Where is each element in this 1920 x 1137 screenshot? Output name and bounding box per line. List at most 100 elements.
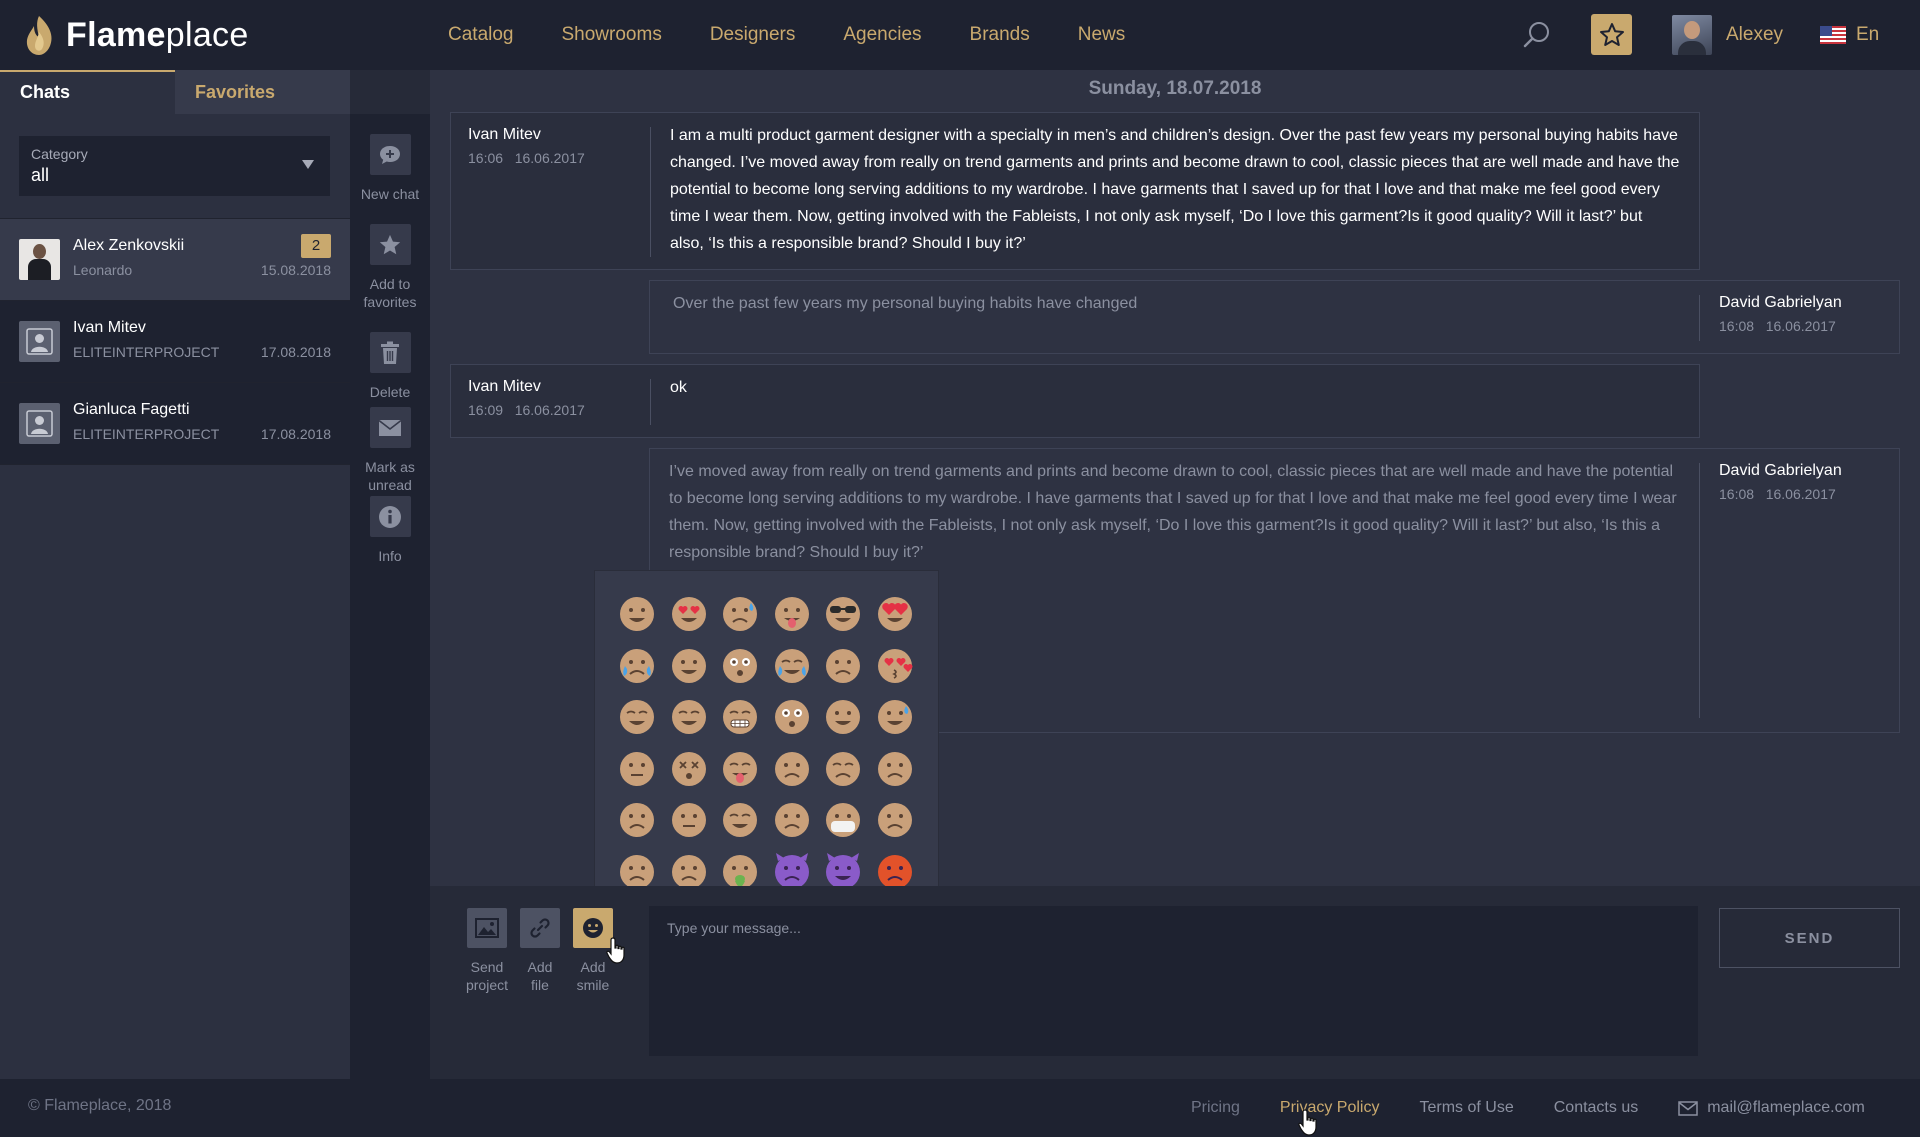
emoji-kissing-heart-icon[interactable] (875, 645, 915, 685)
nav-news[interactable]: News (1078, 24, 1126, 46)
add-to-favorites-button[interactable]: Add to favorites (350, 224, 430, 311)
tab-chats[interactable]: Chats (0, 70, 175, 114)
flame-logo-icon (26, 16, 52, 55)
user-placeholder-icon (26, 410, 53, 437)
hand-cursor-icon (1298, 1109, 1317, 1136)
chat-bubble-plus-icon (380, 145, 400, 164)
sidebar-tabs: Chats Favorites (0, 70, 350, 114)
emoji-tongue-closed-eyes-icon[interactable] (720, 748, 760, 788)
label-line: unread (368, 477, 412, 493)
emoji-frown-icon[interactable] (669, 851, 709, 891)
emoji-sad-tear-icon[interactable] (720, 593, 760, 633)
message-incoming: Ivan Mitev 16:09 16.06.2017 ok (450, 364, 1700, 438)
info-button[interactable]: Info (350, 496, 430, 565)
logo[interactable]: Flameplace (22, 10, 249, 60)
emoji-neutral-face-icon[interactable] (617, 748, 657, 788)
emoji-disappointed-icon[interactable] (617, 799, 657, 839)
emoji-flushed-icon[interactable] (772, 696, 812, 736)
message-text: I’ve moved away from really on trend gar… (669, 463, 1677, 561)
emoji-red-heart-glasses-icon[interactable] (875, 593, 915, 633)
message-date: 16.06.2017 (1765, 318, 1836, 334)
emoji-wink-icon[interactable] (669, 645, 709, 685)
category-label: Category (31, 146, 88, 162)
emoji-frowning-icon[interactable] (772, 748, 812, 788)
emoji-worried-icon[interactable] (875, 799, 915, 839)
mark-as-unread-button[interactable]: Mark as unread (350, 407, 430, 494)
favorites-button[interactable] (1591, 14, 1632, 55)
emoji-relieved-icon[interactable] (617, 696, 657, 736)
emoji-purple-devil-smile-icon[interactable] (823, 851, 863, 891)
emoji-purple-devil-angry-icon[interactable] (772, 851, 812, 891)
emoji-sad-icon[interactable] (617, 851, 657, 891)
emoji-joy-icon[interactable] (772, 645, 812, 685)
avatar (19, 403, 60, 444)
message-composer: Send project Add file Add smile SEND (430, 886, 1920, 1079)
nav-catalog[interactable]: Catalog (448, 24, 514, 46)
emoji-sleeping-icon[interactable] (720, 799, 760, 839)
tab-favorites[interactable]: Favorites (175, 70, 350, 114)
emoji-expressionless-icon[interactable] (669, 799, 709, 839)
chat-subtitle: Leonardo (73, 262, 133, 278)
chat-name: Gianluca Fagetti (73, 401, 190, 418)
label-line: Send (470, 959, 504, 975)
emoji-sweat-smile-icon[interactable] (875, 696, 915, 736)
send-button[interactable]: SEND (1719, 908, 1900, 968)
footer-link-privacy-policy[interactable]: Privacy Policy (1280, 1099, 1380, 1117)
mail-icon (1678, 1100, 1698, 1116)
emoji-unamused-icon[interactable] (823, 645, 863, 685)
chat-list-item[interactable]: Ivan Mitev ELITEINTERPROJECT 17.08.2018 (0, 300, 350, 382)
chat-list-item[interactable]: Gianluca Fagetti ELITEINTERPROJECT 17.08… (0, 382, 350, 464)
chat-name: Alex Zenkovskii (73, 237, 185, 254)
new-chat-label: New chat (360, 186, 420, 202)
nav-agencies[interactable]: Agencies (843, 24, 921, 46)
emoji-sunglasses-icon[interactable] (823, 593, 863, 633)
footer-link-contacts[interactable]: Contacts us (1554, 1099, 1638, 1117)
image-icon (475, 918, 499, 938)
emoji-confounded-icon[interactable] (823, 748, 863, 788)
nav-showrooms[interactable]: Showrooms (562, 24, 662, 46)
message-input[interactable] (649, 906, 1698, 1056)
footer-link-terms-of-use[interactable]: Terms of Use (1419, 1099, 1513, 1117)
add-file-button[interactable]: Add file (510, 908, 570, 994)
emoji-heart-eyes-icon[interactable] (669, 593, 709, 633)
delete-button[interactable]: Delete (350, 332, 430, 401)
footer-email-link[interactable]: mail@flameplace.com (1678, 1099, 1865, 1117)
label-line: favorites (363, 294, 417, 310)
emoji-vomiting-icon[interactable] (720, 851, 760, 891)
main-nav: Catalog Showrooms Designers Agencies Bra… (448, 0, 1173, 70)
message-time: 16:09 (468, 402, 504, 418)
emoji-dizzy-face-icon[interactable] (669, 748, 709, 788)
nav-designers[interactable]: Designers (710, 24, 796, 46)
emoji-grimacing-icon[interactable] (720, 696, 760, 736)
emoji-angry-red-icon[interactable] (875, 851, 915, 891)
message-time: 16:06 (468, 150, 504, 166)
message-timestamp: 16:06 16.06.2017 (468, 150, 585, 166)
emoji-tongue-wink-icon[interactable] (772, 593, 812, 633)
chat-list-item[interactable]: Alex Zenkovskii Leonardo 15.08.2018 2 (0, 218, 350, 300)
emoji-pensive-icon[interactable] (875, 748, 915, 788)
nav-brands[interactable]: Brands (970, 24, 1030, 46)
delete-tile (369, 332, 411, 373)
user-menu[interactable]: Alexey (1672, 15, 1783, 55)
category-select[interactable]: Category all (19, 136, 330, 196)
message-divider (1699, 463, 1700, 718)
new-chat-tile (369, 134, 411, 175)
emoji-grinning-icon[interactable] (617, 593, 657, 633)
add-file-tile (520, 908, 560, 948)
emoji-smiling-eyes-icon[interactable] (669, 696, 709, 736)
new-chat-button[interactable]: New chat (350, 134, 430, 203)
send-project-button[interactable]: Send project (457, 908, 517, 994)
emoji-blushing-icon[interactable] (823, 696, 863, 736)
message-outgoing: Over the past few years my personal buyi… (649, 280, 1900, 354)
us-flag-icon (1820, 26, 1846, 44)
emoji-astonished-icon[interactable] (720, 645, 760, 685)
language-selector[interactable]: En (1820, 22, 1879, 48)
footer-link-pricing[interactable]: Pricing (1191, 1099, 1240, 1117)
emoji-mask-icon[interactable] (823, 799, 863, 839)
chat-name: Ivan Mitev (73, 319, 146, 336)
emoji-angry-squint-icon[interactable] (772, 799, 812, 839)
emoji-crying-icon[interactable] (617, 645, 657, 685)
label-line: smile (576, 977, 610, 993)
search-icon[interactable] (1522, 20, 1552, 50)
add-to-favorites-label: Add to favorites (350, 275, 430, 311)
